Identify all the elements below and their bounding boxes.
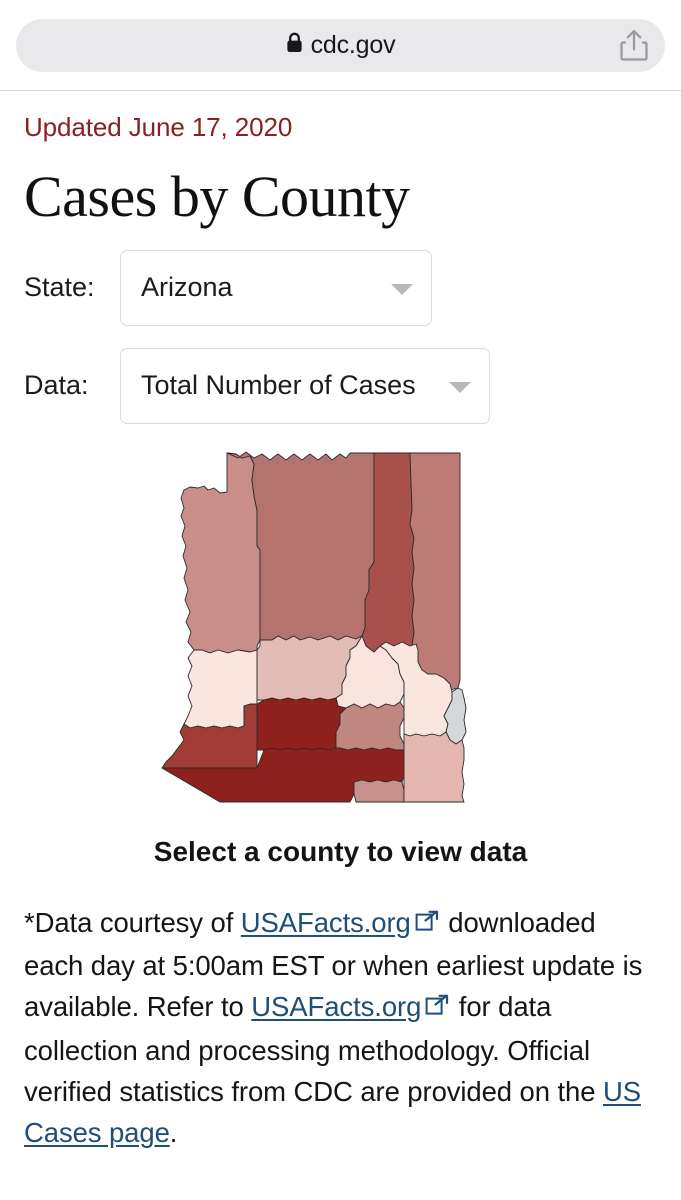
address-bar-content: cdc.gov: [286, 31, 396, 60]
share-icon[interactable]: [617, 27, 651, 63]
data-label: Data:: [24, 370, 89, 401]
page-content: Updated June 17, 2020 Cases by County St…: [0, 91, 681, 1153]
footnote-text: *Data courtesy of USAFacts.org downloade…: [24, 902, 657, 1154]
footnote-part-1: *Data courtesy of: [24, 906, 241, 938]
county-mohave[interactable]: [180, 452, 261, 654]
state-select[interactable]: Arizona: [120, 249, 432, 326]
chevron-down-icon: [449, 381, 471, 393]
county-pinal[interactable]: [335, 701, 405, 751]
state-selector-row: State: Arizona: [24, 249, 657, 326]
county-map-container: [24, 450, 657, 822]
county-santa-cruz[interactable]: [353, 779, 405, 803]
data-select-value: Total Number of Cases: [141, 370, 416, 401]
external-link-icon: [425, 988, 449, 1029]
data-select[interactable]: Total Number of Cases: [120, 347, 490, 424]
footnote-part-4: .: [169, 1117, 178, 1149]
arizona-county-map[interactable]: [160, 450, 490, 810]
lock-icon: [286, 32, 303, 58]
browser-toolbar: cdc.gov: [0, 0, 681, 91]
usafacts-link-1[interactable]: USAFacts.org: [241, 907, 411, 938]
updated-date: Updated June 17, 2020: [24, 112, 293, 142]
state-label: State:: [24, 272, 95, 303]
external-link-icon: [415, 904, 439, 945]
address-bar[interactable]: cdc.gov: [16, 18, 665, 72]
state-select-value: Arizona: [141, 272, 233, 303]
chevron-down-icon: [391, 283, 413, 295]
data-selector-row: Data: Total Number of Cases: [24, 347, 657, 424]
county-maricopa[interactable]: [256, 697, 347, 751]
page-title: Cases by County: [24, 164, 410, 229]
map-caption: Select a county to view data: [153, 835, 528, 867]
usafacts-link-2[interactable]: USAFacts.org: [251, 991, 421, 1022]
url-text: cdc.gov: [310, 30, 396, 59]
